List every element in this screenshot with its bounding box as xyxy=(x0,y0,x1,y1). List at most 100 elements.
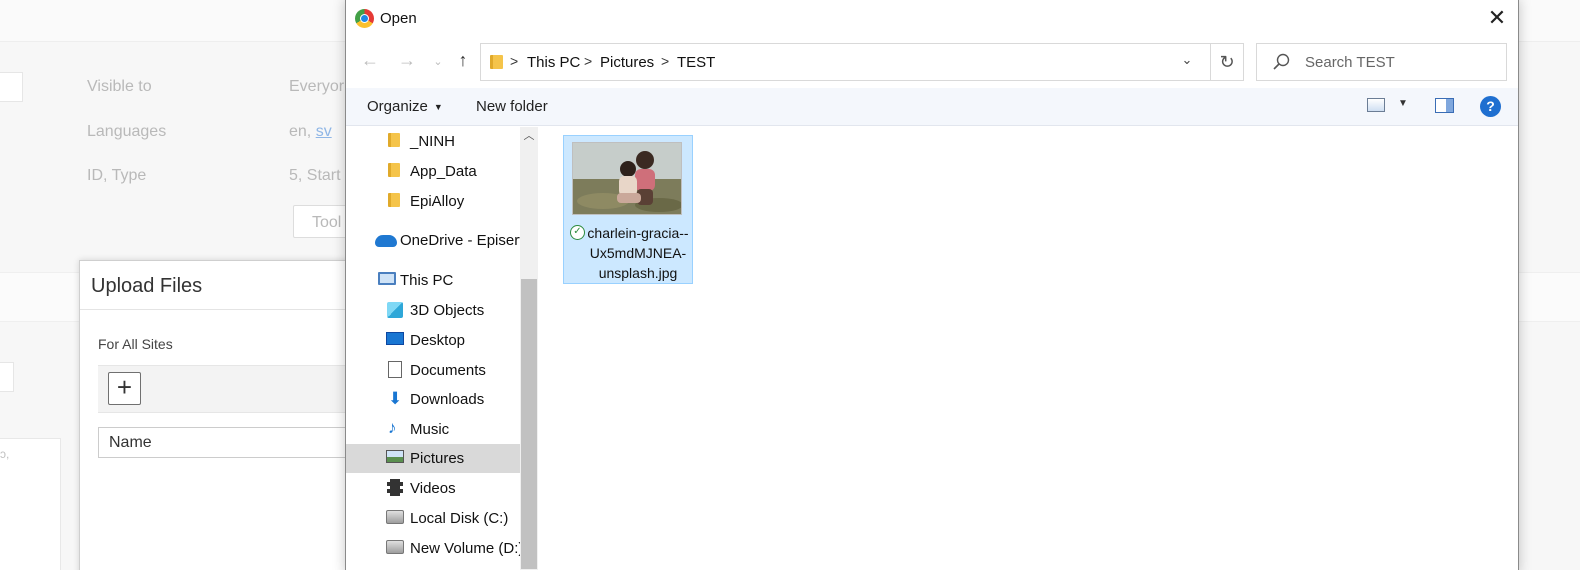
languages-label: Languages xyxy=(87,123,167,140)
scroll-up-chevron-icon[interactable]: ︿ xyxy=(520,127,538,145)
name-column-header[interactable]: Name xyxy=(98,427,380,458)
tree-item-label: Videos xyxy=(410,480,456,497)
languages-value: en, sv xyxy=(289,123,332,141)
pictures-icon xyxy=(386,450,404,463)
add-file-button[interactable]: + xyxy=(108,372,141,405)
tree-item-label: Music xyxy=(410,421,450,438)
background-input xyxy=(0,72,23,102)
breadcrumb-test[interactable]: TEST xyxy=(677,54,715,71)
preview-pane-icon[interactable] xyxy=(1435,98,1454,113)
tree-item-label: Documents xyxy=(410,362,486,379)
onedrive-icon xyxy=(375,235,397,247)
new-folder-button[interactable]: New folder xyxy=(476,98,548,115)
image-thumbnail xyxy=(572,142,682,215)
tree-item-this-pc[interactable]: This PC xyxy=(346,266,520,295)
help-icon[interactable]: ? xyxy=(1480,96,1501,117)
tree-item-label: This PC xyxy=(400,272,454,289)
folder-icon xyxy=(490,55,503,69)
chevron-down-icon[interactable]: ⌄ xyxy=(1175,52,1199,68)
upload-modal-title: Upload Files xyxy=(91,275,203,297)
upload-modal-subtitle: For All Sites xyxy=(98,336,173,352)
local-disk-icon xyxy=(386,510,404,524)
sync-check-icon: ✓ xyxy=(570,225,585,240)
tree-item-label: Downloads xyxy=(410,391,485,408)
folder-icon xyxy=(388,193,400,207)
tree-item-documents[interactable]: Documents xyxy=(346,356,520,385)
tree-item-label: EpiAlloy xyxy=(410,193,465,210)
up-arrow-icon[interactable]: ↑ xyxy=(451,50,475,71)
file-item[interactable]: ✓ charlein-gracia--Ux5mdMJNEA-unsplash.j… xyxy=(563,135,693,284)
file-name: charlein-gracia--Ux5mdMJNEA-unsplash.jpg xyxy=(587,225,689,281)
desktop-icon xyxy=(386,332,404,345)
computer-icon xyxy=(378,272,396,285)
language-link-sv[interactable]: sv xyxy=(316,123,332,140)
tree-item-label: Local Disk (C:) xyxy=(410,510,509,527)
tree-item-3d-objects[interactable]: 3D Objects xyxy=(346,296,520,325)
tree-item-desktop[interactable]: Desktop xyxy=(346,326,520,355)
recent-locations-chevron-icon[interactable]: ⌄ xyxy=(426,55,450,68)
tree-item-local-disk-c[interactable]: Local Disk (C:) xyxy=(346,504,520,533)
languages-text: en, xyxy=(289,123,316,140)
tools-button[interactable]: Tool xyxy=(293,205,353,238)
downloads-icon: ⬇ xyxy=(388,389,403,408)
tree-item-new-volume-d[interactable]: New Volume (D:) xyxy=(346,534,520,563)
dialog-title: Open xyxy=(380,10,417,27)
tree-item-onedrive[interactable]: OneDrive - Episerv xyxy=(346,226,520,255)
search-box[interactable] xyxy=(1256,43,1507,81)
tree-item-label: New Volume (D:) xyxy=(410,540,520,557)
command-bar: Organize ▼ New folder ▼ ? xyxy=(346,88,1518,126)
tree-item-label: OneDrive - Episerv xyxy=(400,232,520,249)
forward-arrow-icon[interactable]: → xyxy=(395,50,419,71)
navigation-pane: _NINH App_Data EpiAlloy OneDrive - Epise… xyxy=(346,127,538,570)
close-button[interactable]: ✕ xyxy=(1476,0,1518,36)
view-options-caret-icon[interactable]: ▼ xyxy=(1398,98,1408,109)
tree-item-epialloy[interactable]: EpiAlloy xyxy=(346,187,520,216)
documents-icon xyxy=(388,361,402,378)
background-input xyxy=(0,362,14,392)
breadcrumb-pictures[interactable]: Pictures xyxy=(600,54,654,71)
navigation-row: ← → ⌄ ↑ > This PC > Pictures > TEST ⌄ ↻ xyxy=(346,38,1518,86)
back-arrow-icon[interactable]: ← xyxy=(358,50,382,71)
videos-icon xyxy=(387,479,403,496)
folder-icon xyxy=(388,133,400,147)
upload-modal-divider xyxy=(80,309,380,310)
dialog-title-bar[interactable]: Open ✕ xyxy=(346,0,1518,38)
upload-files-modal: Upload Files For All Sites + Name xyxy=(79,260,380,570)
visible-to-label: Visible to xyxy=(87,78,152,95)
tree-item-label: Desktop xyxy=(410,332,466,349)
breadcrumb-this-pc[interactable]: This PC xyxy=(527,54,580,71)
tree-item-downloads[interactable]: ⬇ Downloads xyxy=(346,385,520,414)
organize-button[interactable]: Organize ▼ xyxy=(367,98,443,115)
tree-item-label: 3D Objects xyxy=(410,302,485,319)
search-icon xyxy=(1273,53,1290,70)
music-icon: ♪ xyxy=(388,418,397,437)
tree-item-videos[interactable]: Videos xyxy=(346,474,520,503)
open-file-dialog: Open ✕ ← → ⌄ ↑ > This PC > Pictures > TE… xyxy=(345,0,1519,570)
tree-item-pictures[interactable]: Pictures xyxy=(346,444,520,473)
background-text: ɔ, xyxy=(0,447,10,461)
tree-item-label: App_Data xyxy=(410,163,477,180)
3d-objects-icon xyxy=(387,302,403,318)
tree-item-ninh[interactable]: _NINH xyxy=(346,127,520,156)
visible-to-value: Everyor xyxy=(289,78,345,95)
organize-label: Organize xyxy=(367,98,428,115)
tree-item-app-data[interactable]: App_Data xyxy=(346,157,520,186)
id-type-value: 5, Start xyxy=(289,167,341,184)
folder-icon xyxy=(388,163,400,177)
navigation-scrollbar[interactable]: ︿ xyxy=(520,127,538,570)
tree-item-label: Pictures xyxy=(410,450,465,467)
refresh-icon[interactable]: ↻ xyxy=(1210,43,1244,81)
breadcrumb-separator-icon[interactable]: > xyxy=(661,53,669,69)
breadcrumb-separator-icon[interactable]: > xyxy=(584,53,592,69)
change-view-icon[interactable] xyxy=(1367,98,1385,112)
tree-item-label: _NINH xyxy=(410,133,456,150)
tree-item-music[interactable]: ♪ Music xyxy=(346,415,520,444)
drive-icon xyxy=(386,540,404,554)
breadcrumb-separator-icon[interactable]: > xyxy=(510,53,518,69)
id-type-label: ID, Type xyxy=(87,167,147,184)
upload-toolbar: + xyxy=(98,365,380,413)
search-input[interactable] xyxy=(1305,44,1500,80)
scrollbar-thumb[interactable] xyxy=(521,279,537,569)
address-bar[interactable]: > This PC > Pictures > TEST ⌄ xyxy=(480,43,1244,81)
caret-down-icon: ▼ xyxy=(433,102,443,113)
